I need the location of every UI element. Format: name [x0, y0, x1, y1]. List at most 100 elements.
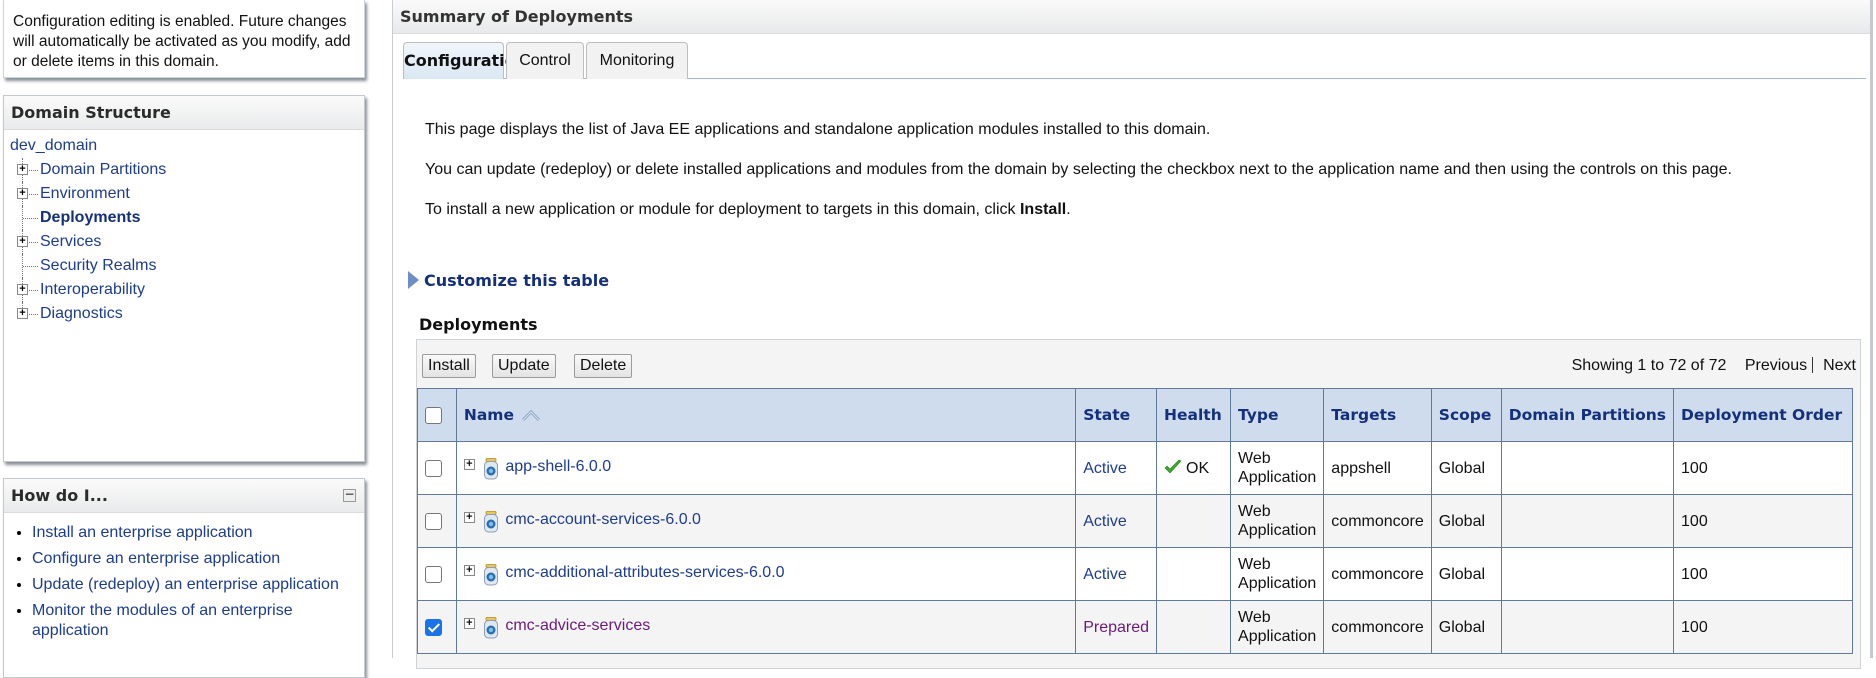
- deployment-state-link[interactable]: Active: [1083, 513, 1127, 530]
- application-jar-icon: [483, 510, 498, 532]
- health-cell: [1156, 494, 1232, 548]
- how-do-i-link[interactable]: Install an enterprise application: [32, 524, 253, 541]
- column-header-type[interactable]: Type: [1230, 388, 1325, 442]
- table-row: + cmc-account-services-6.0.0 Active Web A…: [417, 494, 1853, 548]
- deployment-name-link[interactable]: app-shell-6.0.0: [505, 458, 611, 475]
- expand-icon[interactable]: +: [463, 511, 475, 523]
- sort-ascending-icon[interactable]: [522, 410, 541, 422]
- name-cell: + cmc-advice-services: [455, 600, 1077, 654]
- install-button[interactable]: Install: [422, 354, 476, 378]
- expand-icon[interactable]: +: [463, 458, 475, 470]
- pagination: Showing 1 to 72 of 72 Previous Next: [1572, 357, 1856, 375]
- name-cell: + cmc-additional-attributes-services-6.0…: [455, 547, 1077, 601]
- tab-control[interactable]: Control: [506, 42, 584, 79]
- domain-partitions-cell: [1500, 600, 1675, 654]
- expand-icon[interactable]: +: [17, 308, 28, 319]
- intro-paragraph-1: This page displays the list of Java EE a…: [425, 121, 1211, 138]
- tree-link-interoperability[interactable]: Interoperability: [40, 281, 145, 298]
- tree-item-diagnostics: + Diagnostics: [10, 302, 358, 326]
- page-title: Summary of Deployments: [393, 0, 1870, 34]
- tree-link-deployments[interactable]: Deployments: [40, 209, 140, 226]
- column-header-domain-partitions[interactable]: Domain Partitions: [1500, 388, 1675, 442]
- deployment-state-link[interactable]: Active: [1083, 566, 1127, 583]
- domain-partitions-cell: [1500, 547, 1675, 601]
- health-cell: [1156, 600, 1232, 654]
- list-item: Update (redeploy) an enterprise applicat…: [32, 575, 364, 595]
- column-header-scope[interactable]: Scope: [1430, 388, 1502, 442]
- deployment-type: Web Application: [1238, 556, 1317, 592]
- domain-structure-title: Domain Structure: [4, 96, 364, 130]
- column-header-targets[interactable]: Targets: [1323, 388, 1432, 442]
- deployment-targets: appshell: [1331, 459, 1391, 477]
- deployment-state-link[interactable]: Active: [1083, 460, 1127, 477]
- column-header-deployment-order[interactable]: Deployment Order: [1673, 388, 1853, 442]
- deployment-name-link[interactable]: cmc-advice-services: [505, 617, 650, 634]
- select-all-checkbox[interactable]: [425, 407, 442, 424]
- tab-configuration[interactable]: Configuration: [403, 42, 527, 79]
- domain-partitions-cell: [1500, 441, 1675, 495]
- update-button[interactable]: Update: [492, 354, 556, 378]
- domain-tree: dev_domain + Domain Partitions + Environ…: [4, 130, 364, 330]
- health-status: OK: [1186, 459, 1210, 477]
- main-content: Summary of Deployments Configuration Con…: [392, 0, 1873, 669]
- tree-link-services[interactable]: Services: [40, 233, 101, 250]
- tree-item-services: + Services: [10, 230, 358, 254]
- deployment-order: 100: [1681, 512, 1708, 530]
- tree-root-dev-domain[interactable]: dev_domain: [10, 134, 358, 158]
- expand-icon[interactable]: +: [17, 164, 28, 175]
- row-checkbox[interactable]: [425, 618, 442, 636]
- customize-table-toggle[interactable]: Customize this table: [408, 269, 609, 293]
- tree-link-environment[interactable]: Environment: [40, 185, 130, 202]
- deployment-targets: commoncore: [1331, 565, 1424, 583]
- expand-icon[interactable]: +: [463, 564, 475, 576]
- row-checkbox[interactable]: [425, 512, 442, 530]
- column-header-name[interactable]: Name: [455, 388, 1077, 442]
- intro-text: This page displays the list of Java EE a…: [425, 120, 1732, 240]
- tree-link-security-realms[interactable]: Security Realms: [40, 257, 156, 274]
- scope-cell: Global: [1430, 547, 1502, 601]
- column-header-health[interactable]: Health: [1156, 388, 1232, 442]
- expand-icon[interactable]: +: [17, 188, 28, 199]
- deployments-table-caption: Deployments: [419, 315, 538, 334]
- row-checkbox[interactable]: [425, 565, 442, 583]
- tree-item-interoperability: + Interoperability: [10, 278, 358, 302]
- tab-monitoring[interactable]: Monitoring: [586, 42, 688, 79]
- application-jar-icon: [483, 457, 498, 479]
- deployment-order-cell: 100: [1673, 441, 1853, 495]
- change-center-message: Configuration editing is enabled. Future…: [3, 0, 365, 78]
- deployment-order: 100: [1681, 459, 1708, 477]
- deployment-targets: commoncore: [1331, 618, 1424, 636]
- previous-link[interactable]: Previous: [1745, 357, 1807, 374]
- how-do-i-title: How do I...: [11, 486, 108, 505]
- expand-icon[interactable]: +: [17, 284, 28, 295]
- domain-structure-panel: Domain Structure dev_domain + Domain Par…: [3, 95, 365, 462]
- table-row: + app-shell-6.0.0 Active OK Web Applicati…: [417, 441, 1853, 495]
- deployment-name-link[interactable]: cmc-additional-attributes-services-6.0.0: [505, 564, 784, 581]
- how-do-i-link[interactable]: Configure an enterprise application: [32, 550, 280, 567]
- pagination-status: Showing 1 to 72 of 72: [1571, 357, 1727, 374]
- delete-button[interactable]: Delete: [574, 354, 633, 378]
- customize-table-link[interactable]: Customize this table: [424, 271, 609, 290]
- minus-square-icon[interactable]: −: [343, 488, 356, 502]
- row-checkbox[interactable]: [425, 459, 442, 477]
- health-ok-check-icon: [1164, 459, 1182, 473]
- how-do-i-link[interactable]: Update (redeploy) an enterprise applicat…: [32, 576, 339, 593]
- deployment-scope: Global: [1438, 512, 1486, 530]
- deployment-state-link[interactable]: Prepared: [1083, 619, 1149, 636]
- tree-link-diagnostics[interactable]: Diagnostics: [40, 305, 123, 322]
- row-select-cell: [417, 494, 457, 548]
- deployment-name-link[interactable]: cmc-account-services-6.0.0: [505, 511, 701, 528]
- deployment-type: Web Application: [1238, 609, 1317, 645]
- tree-link-domain-partitions[interactable]: Domain Partitions: [40, 161, 166, 178]
- deployment-scope: Global: [1438, 565, 1486, 583]
- column-header-state[interactable]: State: [1075, 388, 1158, 442]
- domain-partitions-cell: [1500, 494, 1675, 548]
- scope-cell: Global: [1430, 600, 1502, 654]
- expand-icon[interactable]: +: [463, 617, 475, 629]
- expand-icon[interactable]: +: [17, 236, 28, 247]
- table-row: + cmc-advice-services Prepared Web Applic…: [417, 600, 1853, 654]
- table-header-row: Name State Health Type Targets Scope Dom…: [417, 388, 1853, 442]
- deployment-order: 100: [1681, 618, 1708, 636]
- next-link[interactable]: Next: [1823, 357, 1856, 374]
- how-do-i-link[interactable]: Monitor the modules of an enterprise app…: [32, 602, 293, 639]
